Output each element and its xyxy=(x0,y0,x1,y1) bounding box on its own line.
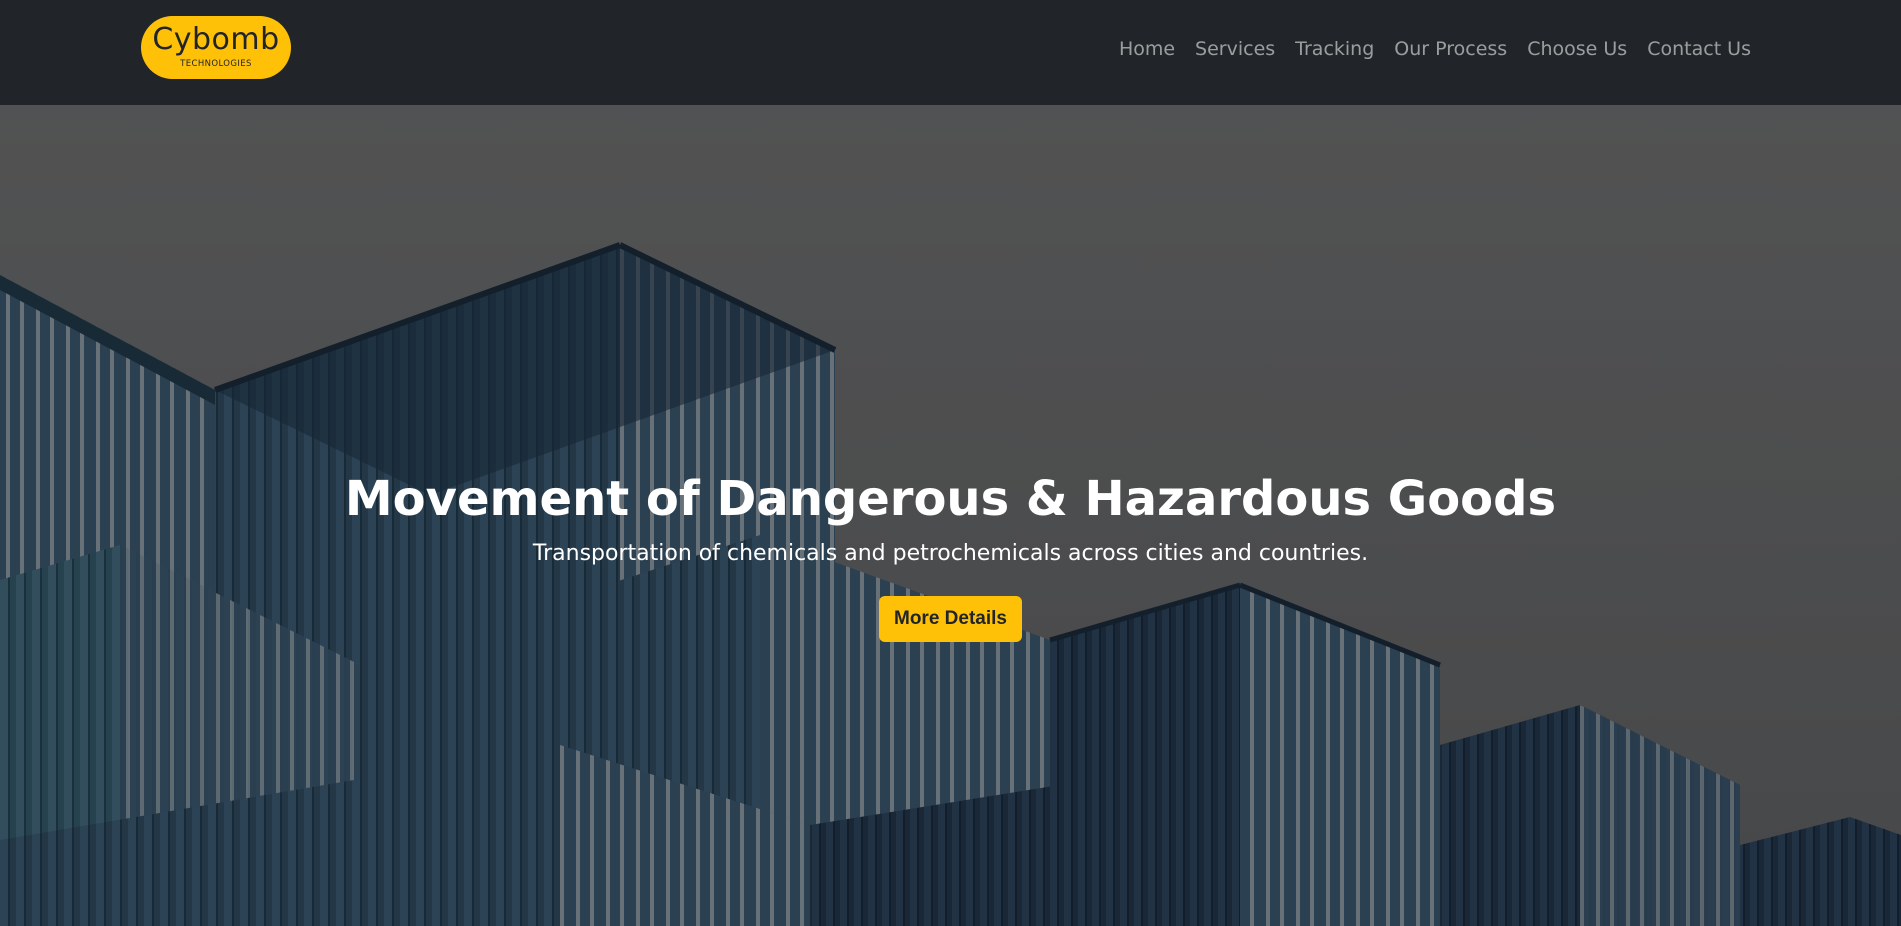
hero-content: Movement of Dangerous & Hazardous Goods … xyxy=(0,470,1901,642)
main-nav: Home Services Tracking Our Process Choos… xyxy=(1119,37,1751,61)
brand-name: Cybomb xyxy=(152,22,280,57)
navbar: Cybomb TECHNOLOGIES Home Services Tracki… xyxy=(0,0,1901,105)
more-details-button[interactable]: More Details xyxy=(879,596,1022,642)
hero-subtitle: Transportation of chemicals and petroche… xyxy=(532,541,1369,566)
brand-tagline: TECHNOLOGIES xyxy=(180,59,252,69)
brand-logo[interactable]: Cybomb TECHNOLOGIES xyxy=(141,16,291,79)
nav-link-home[interactable]: Home xyxy=(1119,37,1175,61)
hero-title: Movement of Dangerous & Hazardous Goods xyxy=(344,471,1557,527)
nav-link-our-process[interactable]: Our Process xyxy=(1394,37,1507,61)
nav-link-contact-us[interactable]: Contact Us xyxy=(1647,37,1751,61)
nav-link-choose-us[interactable]: Choose Us xyxy=(1527,37,1627,61)
nav-link-tracking[interactable]: Tracking xyxy=(1295,37,1374,61)
hero-section: Movement of Dangerous & Hazardous Goods … xyxy=(0,105,1901,926)
nav-link-services[interactable]: Services xyxy=(1195,37,1275,61)
